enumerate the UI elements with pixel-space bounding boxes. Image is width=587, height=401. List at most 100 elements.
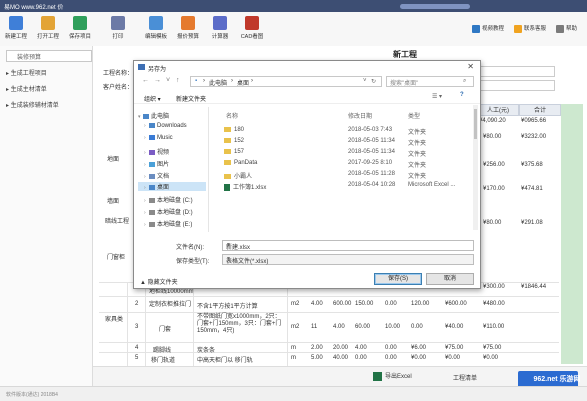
row-c: ¥110.00 (483, 324, 505, 330)
column-header-name[interactable]: 名称 (226, 111, 238, 120)
file-list-scrollbar[interactable] (473, 105, 478, 230)
breadcrumb-this-pc[interactable]: 此电脑 (209, 78, 227, 87)
sidebar-header[interactable]: 装修预算 (6, 50, 92, 62)
save-button[interactable]: 保存(S) (374, 273, 422, 285)
dropdown-chevron-icon[interactable]: ▼ (226, 242, 471, 248)
toolbar-calculator-button[interactable]: 计算器 (206, 16, 234, 40)
tree-item-drive-d[interactable]: › 本地磁盘 (D:) (144, 207, 193, 216)
help-icon[interactable]: ? (460, 92, 464, 98)
toolbar-print-button[interactable]: 打印 (104, 16, 132, 40)
view-options-icon[interactable]: ☰ ▾ (432, 93, 442, 100)
summary-column (561, 104, 583, 364)
search-input[interactable]: 搜索"桌面" ⌕ (386, 76, 474, 87)
refresh-icon[interactable]: ↻ (371, 78, 376, 85)
export-excel-button[interactable]: 导出Excel (373, 371, 433, 382)
hide-folders-toggle[interactable]: ▲ 隐藏文件夹 (140, 277, 178, 286)
tree-item-downloads[interactable]: › Downloads (144, 123, 187, 129)
scrollbar-thumb[interactable] (474, 109, 477, 139)
drive-icon (149, 197, 155, 203)
amount-cell: ¥80.00 (483, 220, 502, 226)
help-icon (556, 24, 564, 33)
toolbar-edit-template-button[interactable]: 编辑模板 (142, 16, 170, 40)
folder-icon (224, 149, 231, 154)
row-desc: 不含1平方按1平方计算 (197, 304, 258, 310)
filename-input[interactable]: 新建.xlsx ▼ (222, 240, 474, 251)
amount-cell: ¥3232.00 (521, 134, 547, 140)
tree-item-music[interactable]: › Music (144, 135, 173, 141)
toolbar-open-project-button[interactable]: 打开工程 (34, 16, 62, 40)
sidebar-item-label: 生成装修辅材清单 (10, 103, 59, 109)
toolbar-cad-button[interactable]: CAD看图 (238, 16, 266, 40)
folder-icon (224, 127, 231, 132)
tree-item-drive-e[interactable]: › 本地磁盘 (E:) (144, 219, 192, 228)
file-name: 152 (234, 138, 245, 145)
contact-support-button[interactable]: 联系客服 (514, 24, 546, 33)
print-icon (111, 16, 125, 30)
dialog-title: 另存为 (148, 67, 167, 73)
file-row[interactable]: 152 2018-05-05 11:34 文件夹 (224, 138, 470, 147)
row-a: 0.00 (411, 324, 423, 330)
toolbar-save-button[interactable]: 保存项目 (66, 16, 94, 40)
tree-item-videos[interactable]: › 视频 (144, 147, 169, 156)
new-folder-button[interactable]: 新建文件夹 (176, 94, 206, 103)
video-tutorial-button[interactable]: 视频教程 (472, 24, 504, 33)
sidebar-item-generate-aux-materials[interactable]: ▸ 生成装修辅材清单 (6, 100, 59, 109)
row-b: ¥75.00 (445, 345, 464, 351)
folder-icon (224, 160, 231, 165)
file-row[interactable]: 180 2018-05-03 7:43 文件夹 (224, 127, 470, 136)
organize-button[interactable]: 组织 ▾ (144, 94, 161, 103)
col-divider (287, 282, 288, 366)
export-label: 导出Excel (385, 374, 412, 380)
desktop-icon (149, 184, 155, 190)
up-arrow-icon[interactable]: ↑ (176, 77, 180, 84)
dropdown-chevron-icon: ▼ (226, 256, 231, 262)
amount-cell: ¥256.00 (483, 162, 505, 168)
file-row[interactable]: 小霸人 2018-05-05 11:28 文件夹 (224, 171, 470, 180)
tree-item-this-pc[interactable]: ▾ 此电脑 (138, 111, 169, 120)
toolbar-quote-button[interactable]: 报价预算 (174, 16, 202, 40)
column-header-type[interactable]: 类型 (408, 111, 420, 120)
address-separator: › (203, 78, 205, 84)
help-button[interactable]: 帮助 (556, 24, 577, 33)
status-bar: 软件版本(通达) 2018B4 (0, 386, 587, 401)
category-label: 门窗柜 (107, 255, 126, 261)
tree-item-desktop[interactable]: › 桌面 (138, 182, 206, 191)
toolbar-label: 编辑模板 (144, 34, 167, 40)
file-row[interactable]: 工作簿1.xlsx 2018-05-04 10:28 Microsoft Exc… (224, 182, 470, 191)
file-date: 2018-05-04 10:28 (348, 182, 396, 188)
back-arrow-icon[interactable]: ← (142, 77, 149, 84)
toolbar-label: 新建工程 (4, 34, 27, 40)
row-sum: 0.00 (385, 301, 397, 307)
tree-item-documents[interactable]: › 文档 (144, 171, 169, 180)
dropdown-chevron-icon[interactable]: ˅ (363, 78, 367, 84)
amount-cell: ¥474.81 (521, 186, 543, 192)
sidebar-item-generate-project[interactable]: ▸ 生成工程项目 (6, 68, 47, 77)
project-list-button[interactable]: 工程清单 (453, 373, 477, 382)
row-name: 定制衣柜推拉门 (149, 302, 192, 308)
folder-icon (224, 173, 231, 179)
file-type: 文件夹 (408, 163, 427, 169)
file-row[interactable]: 157 2018-05-05 11:34 文件夹 (224, 149, 470, 158)
amount-cell: ¥1846.44 (521, 284, 547, 290)
video-icon (149, 149, 155, 155)
tree-item-drive-c[interactable]: › 本地磁盘 (C:) (144, 195, 193, 204)
breadcrumb-desktop[interactable]: 桌面 (237, 78, 249, 87)
sidebar-item-generate-materials[interactable]: ▸ 生成主材清单 (6, 84, 47, 93)
toolbar-new-project-button[interactable]: 新建工程 (2, 16, 30, 40)
column-header-date[interactable]: 修改日期 (348, 111, 372, 120)
toolbar: 新建工程 打开工程 保存项目 打印 编辑模板 报价预算 计算器 CAD看图 视频… (0, 12, 587, 47)
address-bar[interactable]: ▪ › 此电脑 › 桌面 › ˅ ↻ (190, 76, 382, 87)
tree-label: 文档 (157, 174, 170, 180)
tree-item-pictures[interactable]: › 图片 (144, 159, 169, 168)
filetype-select[interactable]: 表格文件(*.xlsx) ▼ (222, 254, 474, 265)
forward-arrow-icon[interactable]: → (154, 77, 161, 84)
cancel-button[interactable]: 取消 (426, 273, 474, 285)
recent-chevron-icon[interactable]: ˅ (166, 77, 170, 84)
row-qty: 5.00 (311, 355, 323, 361)
close-icon[interactable]: ✕ (467, 62, 474, 71)
row-price: 40.00 (333, 355, 349, 361)
file-type: Microsoft Excel ... (408, 182, 456, 188)
project-title: 新工程 (393, 50, 417, 59)
file-row[interactable]: PanData 2017-09-25 8:10 文件夹 (224, 160, 470, 169)
row-unit: m (291, 345, 296, 351)
